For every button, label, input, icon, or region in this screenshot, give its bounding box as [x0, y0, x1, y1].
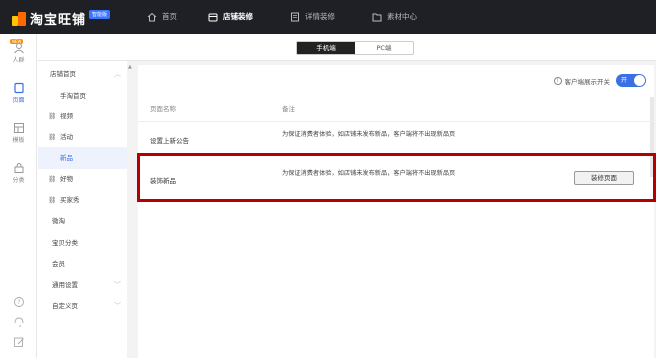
- page-item-new-arrivals[interactable]: 新品: [38, 147, 127, 169]
- page-settings-card: i 客户端展示开关 开 页面名称 备注 设置上新公告 为保证消费者体验，如店铺未…: [138, 65, 654, 358]
- toggle-label-text: 客户端展示开关: [564, 78, 611, 86]
- column-header-note: 备注: [282, 105, 295, 113]
- page-label: 通用设置: [52, 281, 78, 289]
- page-label: 买家秀: [60, 196, 80, 204]
- chevron-down-icon: ﹀: [114, 302, 121, 310]
- left-rail: NEW 人群 页面 模板 分类 ?: [0, 34, 37, 358]
- store-icon: [208, 13, 218, 21]
- nav-label: 首页: [162, 12, 177, 21]
- page-item-activity[interactable]: ⛓ 活动: [38, 126, 127, 148]
- page-label: 活动: [60, 133, 73, 141]
- nav-label: 店铺装修: [223, 12, 253, 21]
- column-header-page-name: 页面名称: [150, 105, 176, 113]
- table-row: 装饰新品 为保证消费者体验，如店铺未发布新品，客户端将不出现新品页 装修页面: [138, 155, 654, 199]
- toggle-state-text: 开: [621, 77, 628, 84]
- top-bar: 淘宝旺铺 智能版 首页 店铺装修 详情装修 素材中心: [0, 0, 656, 34]
- page-item-item-categories[interactable]: 宝贝分类: [38, 232, 127, 254]
- template-icon: [13, 123, 24, 133]
- chevron-up-icon: ︿: [114, 70, 121, 78]
- page-label: 微淘: [52, 217, 65, 225]
- headset-icon: [14, 317, 23, 327]
- link-icon: ⛓: [48, 133, 57, 141]
- chevron-down-icon: ﹀: [114, 281, 121, 289]
- rail-item-audience[interactable]: NEW 人群: [0, 39, 37, 64]
- client-display-toggle[interactable]: 开: [616, 74, 646, 87]
- page-label: 会员: [52, 260, 65, 268]
- logo-text: 淘宝旺铺: [30, 13, 87, 28]
- device-mode-switch: 手机端 PC端: [296, 41, 414, 55]
- rail-item-pages[interactable]: 页面: [0, 82, 37, 104]
- folder-icon: [372, 13, 382, 21]
- logo-badge: 智能版: [89, 10, 111, 19]
- toggle-knob: [634, 75, 645, 86]
- link-icon: ⛓: [48, 196, 57, 204]
- row-note: 为保证消费者体验，如店铺未发布新品，客户端将不出现新品页: [282, 131, 456, 138]
- svg-text:?: ?: [17, 299, 20, 306]
- page-group-common-settings[interactable]: 通用设置 ﹀: [38, 274, 127, 296]
- nav-store-decor[interactable]: 店铺装修: [208, 11, 253, 22]
- service-button[interactable]: [0, 316, 37, 329]
- scroll-up-icon: ▲: [128, 64, 132, 70]
- rail-item-categories[interactable]: 分类: [0, 162, 37, 184]
- page-group-custom-pages[interactable]: 自定义页 ﹀: [38, 295, 127, 317]
- nav-detail-decor[interactable]: 详情装修: [290, 11, 335, 22]
- edit-icon: [13, 337, 24, 347]
- page-label: 宝贝分类: [52, 239, 78, 247]
- category-icon: [14, 162, 23, 173]
- rail-item-templates[interactable]: 模板: [0, 122, 37, 144]
- rail-label: 人群: [12, 57, 25, 64]
- link-icon: ⛓: [48, 175, 57, 183]
- home-icon: [147, 12, 157, 21]
- row-note: 为保证消费者体验，如店铺未发布新品，客户端将不出现新品页: [282, 170, 456, 177]
- page-item-membership[interactable]: 会员: [38, 253, 127, 275]
- page-item-video[interactable]: ⛓ 视频: [38, 105, 127, 127]
- page-label: 视频: [60, 112, 73, 120]
- mode-bar: 手机端 PC端: [38, 34, 656, 61]
- logo-icon: [12, 11, 26, 26]
- page-item-mobile-home[interactable]: 手淘首页: [38, 85, 127, 107]
- page-label: 手淘首页: [60, 92, 86, 100]
- page-list: 店铺首页 ︿ 手淘首页 ⛓ 视频 ⛓ 活动 新品 ⛓ 好物 ⛓ 买家秀 微淘 宝贝分类 会…: [38, 61, 134, 358]
- mode-pc-button[interactable]: PC端: [355, 42, 413, 54]
- row-page-name: 装饰新品: [150, 177, 176, 185]
- rail-label: 页面: [12, 97, 25, 104]
- nav-label: 素材中心: [387, 12, 417, 21]
- detail-icon: [291, 12, 299, 21]
- page-item-weitao[interactable]: 微淘: [38, 210, 127, 232]
- link-icon: ⛓: [48, 112, 57, 120]
- page-label: 好物: [60, 175, 73, 183]
- page-label: 新品: [60, 154, 73, 162]
- page-icon: [13, 82, 24, 94]
- feedback-button[interactable]: [0, 336, 37, 349]
- rail-label: 分类: [12, 177, 25, 184]
- logo[interactable]: 淘宝旺铺 智能版: [12, 9, 111, 28]
- page-label: 自定义页: [52, 302, 78, 310]
- new-badge: NEW: [10, 39, 24, 44]
- page-item-buyer-show[interactable]: ⛓ 买家秀: [38, 189, 127, 211]
- decorate-page-button[interactable]: 装修页面: [574, 171, 634, 185]
- help-button[interactable]: ?: [0, 296, 37, 309]
- page-list-scrollbar[interactable]: ▲: [127, 61, 134, 358]
- rail-label: 模板: [12, 137, 25, 144]
- info-icon: i: [553, 77, 562, 85]
- nav-material-center[interactable]: 素材中心: [372, 11, 417, 22]
- row-page-name: 设置上新公告: [150, 137, 189, 145]
- mode-mobile-button[interactable]: 手机端: [297, 42, 355, 54]
- content-area: i 客户端展示开关 开 页面名称 备注 设置上新公告 为保证消费者体验，如店铺未…: [134, 61, 656, 358]
- nav-label: 详情装修: [305, 12, 335, 21]
- client-display-toggle-label: i 客户端展示开关: [553, 76, 611, 86]
- table-row: 设置上新公告 为保证消费者体验，如店铺未发布新品，客户端将不出现新品页: [138, 121, 654, 155]
- page-item-good-things[interactable]: ⛓ 好物: [38, 168, 127, 190]
- nav-home[interactable]: 首页: [147, 11, 177, 22]
- page-label: 店铺首页: [50, 70, 76, 78]
- page-group-store-home[interactable]: 店铺首页 ︿: [38, 63, 127, 85]
- help-icon: ?: [13, 297, 24, 307]
